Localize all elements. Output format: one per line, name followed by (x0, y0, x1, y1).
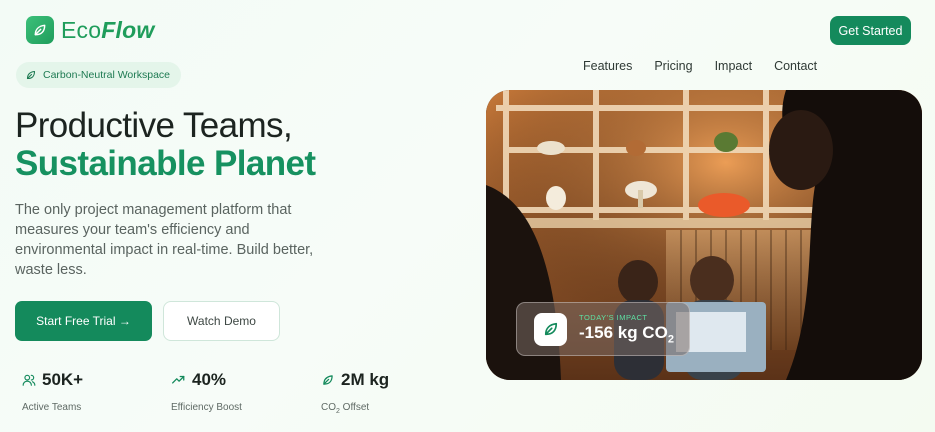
watch-demo-button[interactable]: Watch Demo (163, 301, 280, 341)
nav-item-contact[interactable]: Contact (774, 59, 817, 73)
users-icon (22, 374, 36, 386)
stat-co2-offset: 2M kg CO2 Offset (321, 370, 389, 415)
stat-label: Efficiency Boost (171, 402, 242, 413)
impact-caption: TODAY'S IMPACT (579, 312, 648, 322)
today-impact-card: TODAY'S IMPACT -156 kg CO2 (516, 302, 690, 356)
stat-value: 2M kg (341, 370, 390, 389)
impact-value-prefix: -156 kg CO (579, 322, 668, 342)
impact-value-sub: 2 (667, 333, 674, 346)
stat-label-prefix: CO (321, 402, 336, 413)
stat-active-teams: 50K+ Active Teams (22, 370, 83, 413)
badge-label: Carbon-Neutral Workspace (43, 69, 171, 81)
start-free-trial-button[interactable]: Start Free Trial → (15, 301, 152, 341)
trending-up-icon (172, 375, 185, 384)
hero-subtitle: The only project management platform tha… (15, 202, 314, 278)
stat-label: CO2 Offset (321, 402, 389, 415)
carbon-neutral-badge: Carbon-Neutral Workspace (16, 62, 182, 88)
nav-item-impact[interactable]: Impact (715, 59, 753, 73)
title-line-2: Sustainable Planet (15, 144, 316, 183)
stat-label-suffix: Offset (339, 402, 370, 413)
brand-name: EcoFlow (61, 17, 154, 44)
nav-item-pricing[interactable]: Pricing (654, 59, 692, 73)
title-line-1: Productive Teams, (15, 106, 293, 145)
leaf-icon (323, 375, 333, 385)
brand-logo[interactable]: EcoFlow (26, 16, 154, 44)
brand-name-part2: Flow (101, 16, 155, 43)
main-nav: Features Pricing Impact Contact (583, 59, 839, 73)
stat-value: 40% (192, 370, 227, 389)
stat-value: 50K+ (42, 370, 84, 389)
leaf-icon (534, 312, 567, 346)
page-title: Productive Teams, Sustainable Planet (15, 106, 316, 183)
brand-name-part1: Eco (61, 16, 102, 43)
stat-label: Active Teams (22, 402, 82, 413)
get-started-button[interactable]: Get Started (830, 16, 911, 45)
leaf-icon (26, 70, 36, 80)
hero-image: TODAY'S IMPACT -156 kg CO2 (486, 90, 922, 380)
stat-efficiency-boost: 40% Efficiency Boost (171, 370, 242, 413)
nav-item-features[interactable]: Features (583, 59, 632, 73)
leaf-icon (26, 16, 54, 44)
impact-value: -156 kg CO2 (579, 323, 674, 345)
